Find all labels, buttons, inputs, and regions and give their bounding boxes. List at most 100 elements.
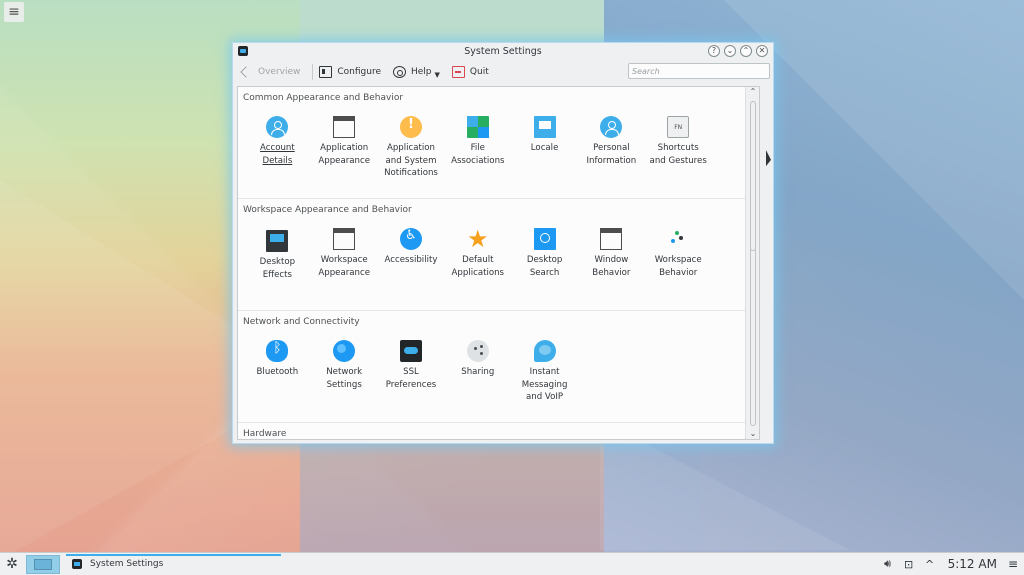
item-label: Workspace Behavior [654,255,702,278]
overview-button[interactable]: Overview [239,66,301,78]
item-instant-messaging[interactable]: Instant Messaging and VoIP [511,340,578,404]
section-title: Network and Connectivity [243,317,360,327]
item-workspace-appearance[interactable]: Workspace Appearance [311,228,378,281]
configure-button[interactable]: Configure [319,66,381,78]
ssl-icon [399,340,422,362]
section-workspace-appearance: Workspace Appearance and Behavior Deskto… [238,199,759,311]
network-icon [333,340,356,362]
window-title: System Settings [464,46,542,57]
item-label: Default Applications [451,255,505,278]
configure-icon [319,66,333,78]
taskbar: ✲ System Settings 🔊︎ ⊡ ^ 5:12 AM ≡ [0,552,1024,575]
taskbar-task-system-settings[interactable]: System Settings [66,553,281,575]
toolbar-separator [312,64,314,80]
system-tray: 🔊︎ ⊡ ^ 5:12 AM ≡ [881,557,1018,571]
user-icon [266,116,289,138]
item-label: Workspace Appearance [318,255,370,278]
settings-categories: Common Appearance and Behavior Account D… [237,86,760,440]
app-icon[interactable] [238,46,248,56]
close-icon[interactable]: ✕ [756,45,768,57]
quit-button[interactable]: Quit [451,66,489,78]
chat-icon [533,340,556,362]
item-desktop-effects[interactable]: Desktop Effects [244,228,311,281]
virtual-desktop-pager[interactable] [26,554,60,574]
mouse-cursor-icon [766,150,771,168]
scrollbar-track[interactable] [750,101,756,426]
titlebar[interactable]: System Settings ? ⌄ ⌃ ✕ [233,43,773,60]
chevron-down-icon: ▼ [434,71,440,79]
item-label: Account Details [260,143,295,166]
sharing-icon [466,340,489,362]
lifebuoy-icon [393,66,406,78]
section-network: Network and Connectivity Bluetooth Netwo… [238,311,759,423]
user-icon [600,116,623,138]
item-bluetooth[interactable]: Bluetooth [244,340,311,404]
help-button[interactable]: Help ▼ [393,65,440,79]
star-icon: ★ [467,225,489,253]
item-personal-information[interactable]: Personal Information [578,116,645,180]
item-file-associations[interactable]: File Associations [444,116,511,180]
item-account-details[interactable]: Account Details [244,116,311,180]
item-application-appearance[interactable]: Application Appearance [311,116,378,180]
item-window-behavior[interactable]: Window Behavior [578,228,645,281]
scroll-down-icon[interactable]: ⌄ [746,429,759,438]
section-hardware: Hardware [238,423,759,439]
item-workspace-behavior[interactable]: Workspace Behavior [645,228,712,281]
item-label: Instant Messaging and VoIP [521,367,568,402]
chevron-up-icon[interactable]: ^ [923,558,937,571]
locale-icon [533,116,556,138]
item-default-applications[interactable]: ★ Default Applications [444,225,511,281]
app-icon [72,559,82,569]
toolbar: Overview Configure Help ▼ Quit [233,60,773,84]
configure-label: Configure [337,67,381,77]
item-shortcuts-gestures[interactable]: FN Shortcuts and Gestures [645,116,712,180]
item-label: Personal Information [586,143,637,166]
item-ssl-preferences[interactable]: SSL Preferences [378,340,445,404]
item-network-settings[interactable]: Network Settings [311,340,378,404]
item-locale[interactable]: Locale [511,116,578,180]
item-accessibility[interactable]: Accessibility [378,228,445,281]
quit-icon [451,66,465,78]
item-label: Window Behavior [592,255,631,278]
application-launcher-icon[interactable]: ✲ [2,554,22,574]
scrollbar-thumb[interactable] [750,101,756,251]
help-icon[interactable]: ? [708,45,720,57]
vertical-scrollbar[interactable]: ⌃ ⌄ [745,87,759,439]
item-desktop-search[interactable]: Desktop Search [511,228,578,281]
item-label: Sharing [461,367,495,377]
maximize-icon[interactable]: ⌃ [740,45,752,57]
panel-menu-icon[interactable]: ≡ [1008,557,1018,571]
overview-label: Overview [258,67,301,77]
item-label: Network Settings [326,367,363,390]
scroll-up-icon[interactable]: ⌃ [746,87,759,96]
accessibility-icon [399,228,422,250]
window-icon [333,116,356,138]
section-title: Workspace Appearance and Behavior [243,205,412,215]
keyboard-fn-icon: FN [667,116,690,138]
network-connection-icon[interactable]: ⊡ [902,558,916,571]
item-label: Shortcuts and Gestures [649,143,707,166]
item-sharing[interactable]: Sharing [444,340,511,404]
clock[interactable]: 5:12 AM [948,557,997,571]
search-input[interactable] [628,63,770,79]
item-label: File Associations [451,143,505,166]
item-label: SSL Preferences [385,367,437,390]
back-arrow-icon [240,66,252,78]
volume-icon[interactable]: 🔊︎ [881,557,895,571]
pager-desktop[interactable] [34,558,52,570]
item-notifications[interactable]: Application and System Notifications [378,116,445,180]
desktop-toolbox-button[interactable]: ≡ [4,2,24,22]
item-label: Desktop Effects [259,257,296,280]
minimize-icon[interactable]: ⌄ [724,45,736,57]
item-label: Accessibility [384,255,438,265]
item-label: Bluetooth [256,367,299,377]
item-label: Locale [530,143,559,153]
item-label: Application Appearance [318,143,370,166]
bluetooth-icon [266,340,289,362]
window-icon [333,228,356,250]
workspace-behavior-icon [667,228,689,250]
task-label: System Settings [90,559,164,569]
system-settings-window: System Settings ? ⌄ ⌃ ✕ Overview Configu… [232,42,774,444]
file-associations-icon [466,116,489,138]
section-common-appearance: Common Appearance and Behavior Account D… [238,87,759,199]
